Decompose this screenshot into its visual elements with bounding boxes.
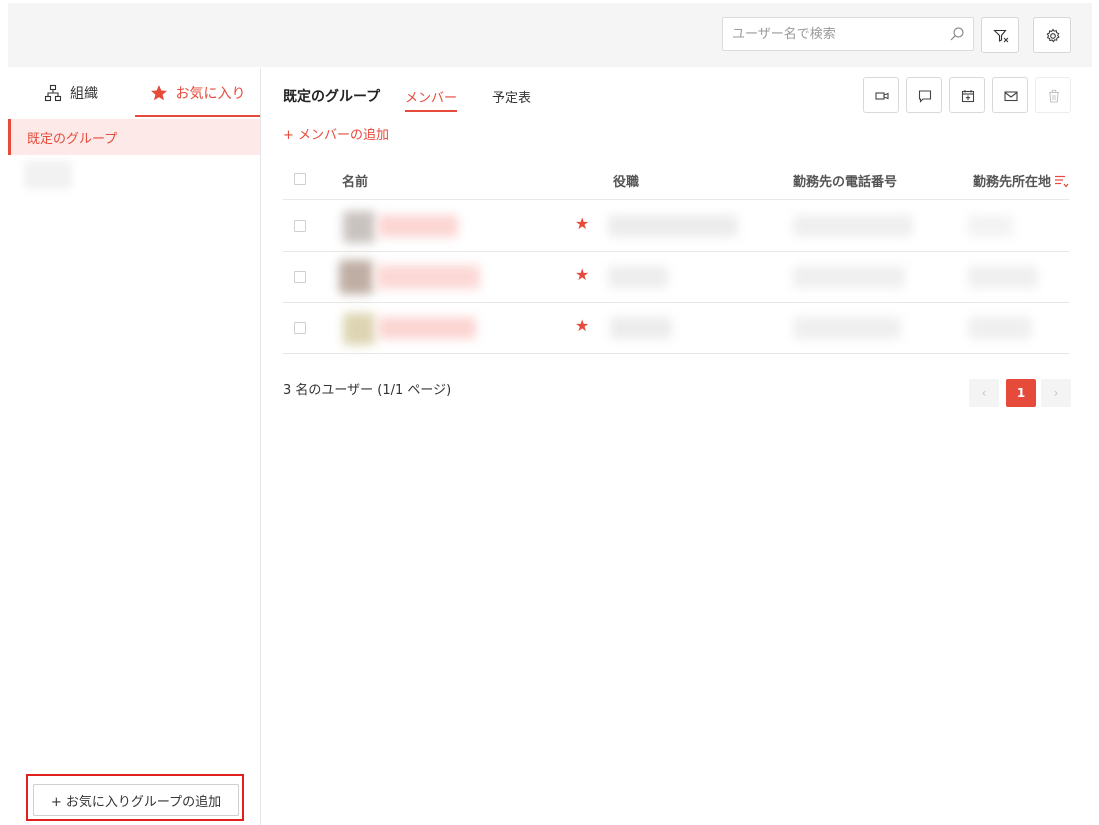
sidebar-tab-favorites[interactable]: お気に入り [135,68,260,118]
gear-icon [1046,28,1060,43]
blurred-sidebar-item [24,161,72,189]
mail-icon [1004,91,1018,102]
add-event-button[interactable] [949,77,985,113]
pagination-prev-button[interactable]: ‹ [969,379,999,407]
blurred-role [610,317,672,339]
blurred-role [608,215,738,237]
star-icon [150,85,167,101]
blurred-role [608,266,668,288]
video-call-button[interactable] [863,77,899,113]
filter-icon [993,29,1009,43]
sidebar-tab-label: 組織 [70,86,98,102]
column-header-role[interactable]: 役職 [613,171,639,190]
sidebar: 組織 お気に入り 既定のグループ + お気に入りグループの追加 [8,68,261,825]
filter-button[interactable] [981,17,1019,53]
sidebar-tab-organization[interactable]: 組織 [44,68,98,118]
calendar-add-icon [961,90,975,103]
tab-members[interactable]: メンバー [405,87,457,106]
blurred-name [378,317,476,339]
search-icon[interactable] [949,26,965,42]
blurred-location [968,215,1013,237]
favorite-star-icon[interactable]: ★ [575,214,589,233]
table-row[interactable]: ★ [283,252,1069,303]
chat-icon [918,90,932,103]
settings-button[interactable] [1033,17,1071,53]
sidebar-item-label: 既定のグループ [27,131,118,147]
search-input[interactable] [732,18,942,50]
add-member-link[interactable]: + メンバーの追加 [283,124,389,143]
favorite-star-icon[interactable]: ★ [575,316,589,335]
blurred-phone [793,317,901,339]
sort-icon[interactable] [1053,173,1069,189]
top-toolbar [8,3,1092,67]
search-box[interactable] [722,17,974,51]
add-favorite-group-button[interactable]: + お気に入りグループの追加 [33,784,239,816]
sidebar-item-default-group[interactable]: 既定のグループ [8,119,260,155]
tab-schedule[interactable]: 予定表 [492,87,531,106]
active-tab-indicator [405,110,457,112]
column-header-name[interactable]: 名前 [342,171,368,190]
blurred-phone [793,266,905,288]
row-checkbox[interactable] [294,271,306,283]
sidebar-tab-label: お気に入り [175,86,246,102]
video-call-icon [875,92,889,100]
delete-button[interactable] [1035,77,1071,113]
avatar [343,211,375,243]
add-favorite-group-label: + お気に入りグループの追加 [50,794,222,810]
avatar [339,260,373,294]
trash-icon [1049,89,1059,103]
table-row[interactable]: ★ [283,201,1069,252]
pagination-next-button[interactable]: › [1041,379,1071,407]
main-panel: 既定のグループ メンバー 予定表 + メンバーの追加 名前 役職 勤務先の電話番… [261,68,1099,825]
org-chart-icon [44,84,62,102]
blurred-location [968,266,1038,288]
blurred-name [376,265,480,289]
table-header: 名前 役職 勤務先の電話番号 勤務先所在地 [283,160,1069,200]
column-header-phone[interactable]: 勤務先の電話番号 [793,171,897,190]
column-header-location[interactable]: 勤務先所在地 [973,171,1051,190]
chat-button[interactable] [906,77,942,113]
blurred-phone [793,215,913,237]
mail-button[interactable] [992,77,1028,113]
active-tab-indicator [135,115,260,117]
favorite-star-icon[interactable]: ★ [575,265,589,284]
blurred-name [378,215,458,237]
blurred-location [968,317,1032,339]
row-checkbox[interactable] [294,322,306,334]
avatar [343,313,375,345]
row-checkbox[interactable] [294,220,306,232]
user-count-summary: 3 名のユーザー (1/1 ページ) [283,383,452,398]
page-title: 既定のグループ [283,89,381,105]
select-all-checkbox[interactable] [294,173,306,185]
table-row[interactable]: ★ [283,303,1069,354]
pagination-page-1[interactable]: 1 [1006,379,1036,407]
